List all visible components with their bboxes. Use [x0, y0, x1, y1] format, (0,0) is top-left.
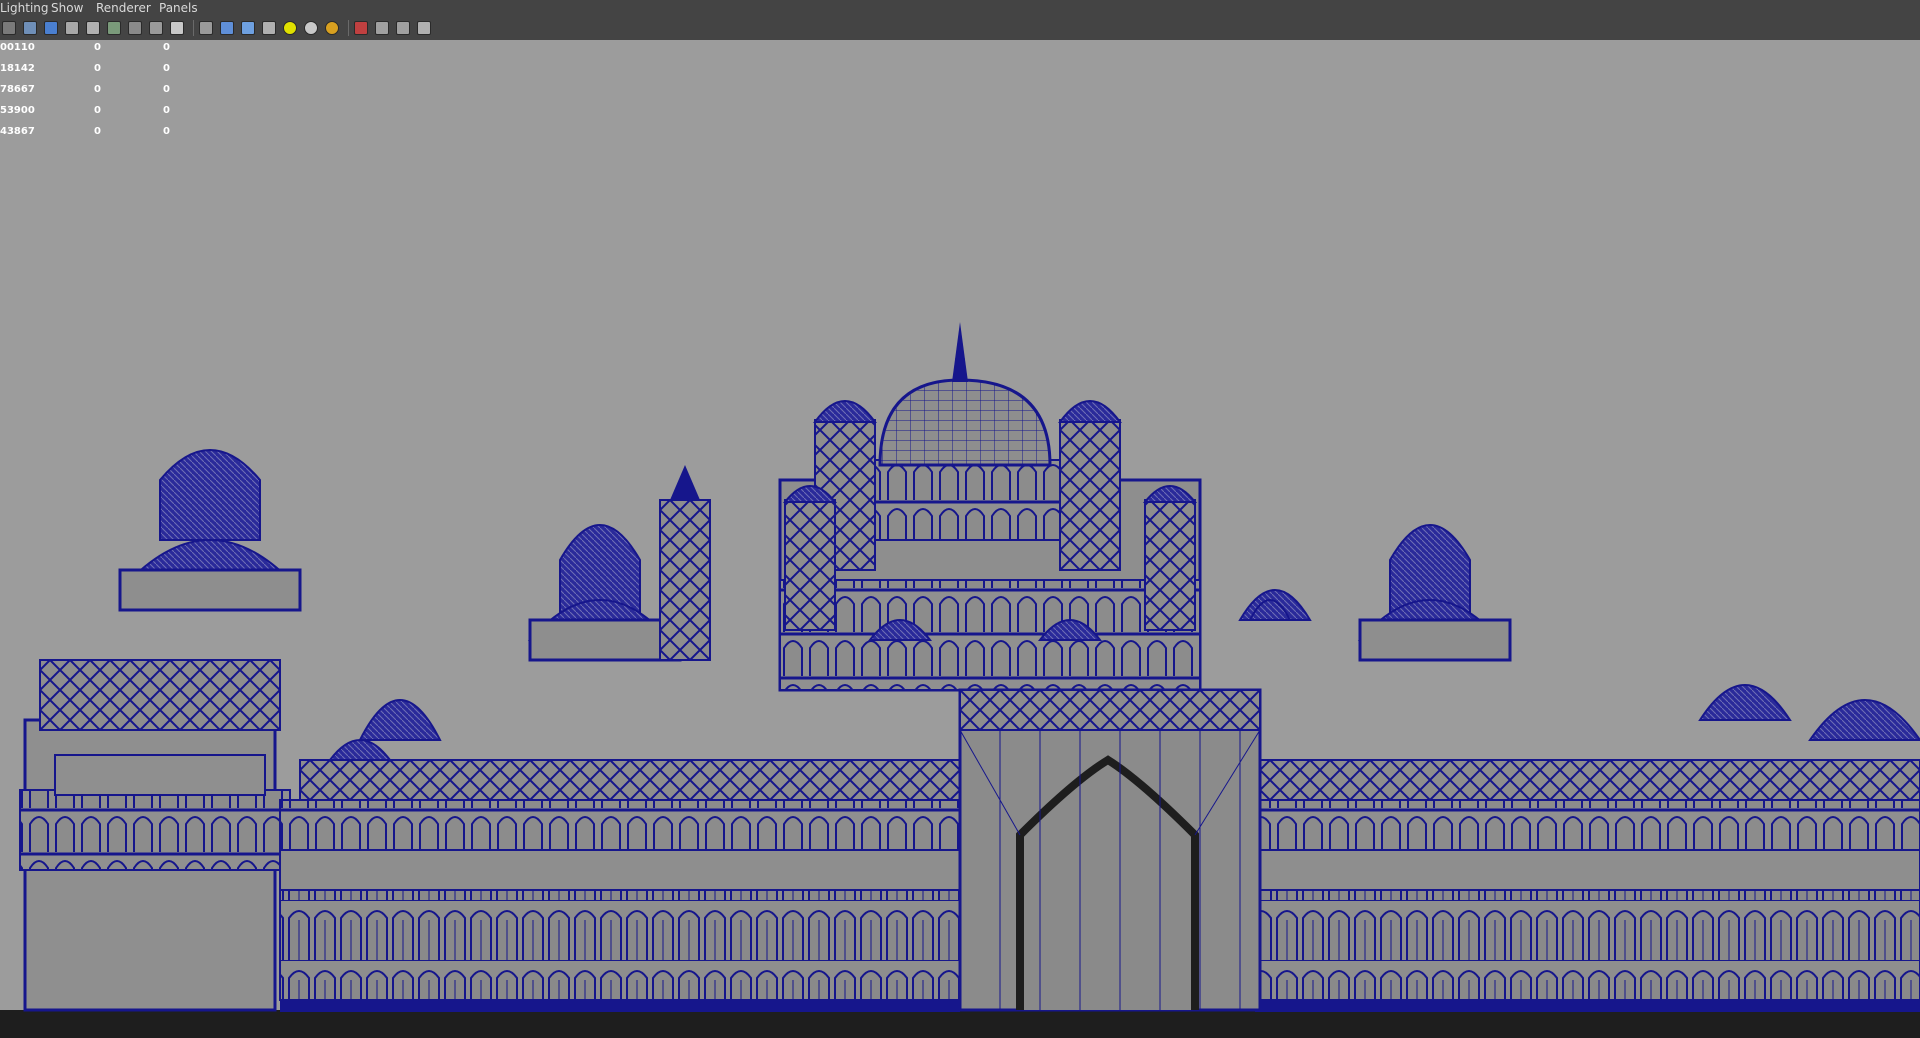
film-gate-icon[interactable]	[86, 21, 100, 35]
xray-joints-icon[interactable]	[396, 21, 410, 35]
hud-value: 00110	[0, 42, 35, 53]
heads-up-display: 00110 0 0 18142 0 0 78667 0 0 53900 0 0 43867 0 0	[0, 40, 200, 140]
grid-icon[interactable]	[65, 21, 79, 35]
toolbar-separator	[193, 20, 194, 36]
viewport-toolbar	[0, 16, 1920, 40]
hud-value: 18142	[0, 63, 35, 74]
menu-renderer[interactable]: Renderer	[96, 1, 151, 15]
wireframe-on-shaded-icon[interactable]	[241, 21, 255, 35]
xray-components-icon[interactable]	[417, 21, 431, 35]
menu-panels[interactable]: Panels	[159, 1, 198, 15]
bookmarks-icon[interactable]	[23, 21, 37, 35]
menu-show[interactable]: Show	[51, 1, 83, 15]
ambient-occlusion-icon[interactable]	[325, 21, 339, 35]
use-default-light-icon[interactable]	[283, 21, 297, 35]
viewport-menu-bar: Lighting Show Renderer Panels	[0, 0, 1920, 16]
field-chart-icon[interactable]	[149, 21, 163, 35]
xray-icon[interactable]	[375, 21, 389, 35]
hud-count: 0	[163, 84, 170, 95]
camera-attributes-icon[interactable]	[2, 21, 16, 35]
image-plane-icon[interactable]	[44, 21, 58, 35]
hud-value: 53900	[0, 105, 35, 116]
wireframe-icon[interactable]	[199, 21, 213, 35]
hud-count: 0	[94, 126, 101, 137]
hud-count: 0	[163, 126, 170, 137]
toolbar-separator	[348, 20, 349, 36]
3d-viewport[interactable]	[0, 40, 1920, 1038]
hud-count: 0	[163, 63, 170, 74]
isolate-select-icon[interactable]	[354, 21, 368, 35]
hud-count: 0	[94, 105, 101, 116]
menu-lighting[interactable]: Lighting	[0, 1, 49, 15]
gate-mask-icon[interactable]	[128, 21, 142, 35]
hud-value: 78667	[0, 84, 35, 95]
smooth-shade-icon[interactable]	[220, 21, 234, 35]
palace-wireframe-model	[0, 322, 1920, 1038]
resolution-gate-icon[interactable]	[107, 21, 121, 35]
safe-action-icon[interactable]	[170, 21, 184, 35]
shadows-icon[interactable]	[304, 21, 318, 35]
hud-count: 0	[163, 105, 170, 116]
hud-count: 0	[94, 84, 101, 95]
hud-count: 0	[94, 42, 101, 53]
textured-icon[interactable]	[262, 21, 276, 35]
hud-value: 43867	[0, 126, 35, 137]
hud-count: 0	[163, 42, 170, 53]
hud-count: 0	[94, 63, 101, 74]
